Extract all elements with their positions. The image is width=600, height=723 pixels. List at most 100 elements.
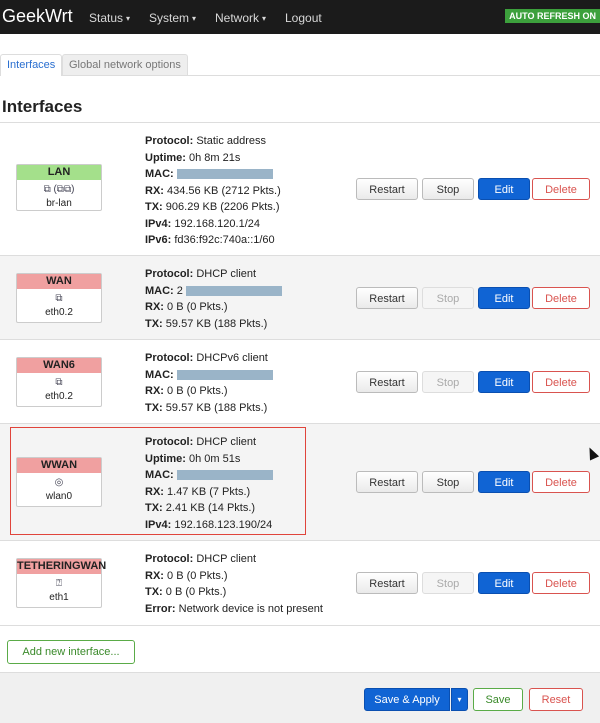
tx-value: 59.57 KB (188 Pkts.) (165, 401, 268, 414)
delete-button[interactable]: Delete (532, 371, 590, 393)
edit-button[interactable]: Edit (478, 287, 530, 309)
interface-device: eth0.2 (45, 307, 73, 318)
chevron-down-icon: ▾ (192, 14, 197, 23)
nav-network-menu[interactable]: Network ▾ (215, 11, 266, 25)
chevron-down-icon: ▾ (457, 695, 462, 704)
info-label: MAC: (145, 284, 174, 297)
info-label: Protocol: (145, 352, 194, 364)
nav-logout-link[interactable]: Logout (285, 11, 322, 25)
interface-badge-tetheringwan: TETHERINGWAN ⍰ eth1 (16, 558, 107, 608)
restart-button[interactable]: Restart (356, 287, 418, 309)
interface-info: Protocol: DHCP client RX: 0 B (0 Pkts.) … (145, 551, 323, 617)
interface-name: WAN (17, 274, 101, 289)
ethernet-port-icon: ⧉ (55, 293, 63, 304)
selection-highlight (10, 427, 306, 535)
brand-logo[interactable]: GeekWrt (2, 6, 73, 27)
edit-button[interactable]: Edit (478, 471, 530, 493)
edit-button[interactable]: Edit (478, 178, 530, 200)
delete-button[interactable]: Delete (532, 471, 590, 493)
chevron-down-icon: ▾ (262, 14, 267, 23)
interface-device: br-lan (46, 198, 72, 209)
interface-device: eth0.2 (45, 391, 73, 402)
missing-device-icon: ⍰ (56, 578, 62, 589)
info-label: Protocol: (145, 135, 194, 147)
page-title: Interfaces (2, 97, 83, 116)
info-label: IPv6: (145, 234, 172, 246)
interface-row-tetheringwan: TETHERINGWAN ⍰ eth1 Protocol: DHCP clien… (0, 540, 600, 626)
restart-button[interactable]: Restart (356, 371, 418, 393)
reset-button[interactable]: Reset (529, 688, 583, 711)
save-apply-dropdown-toggle[interactable]: ▾ (451, 688, 468, 711)
info-label: RX: (145, 385, 164, 397)
interface-row-lan: LAN ⧉ (⧉⧉) br-lan Protocol: Static addre… (0, 122, 600, 256)
rx-value: 0 B (0 Pkts.) (167, 569, 228, 582)
nav-system-label: System (149, 11, 190, 25)
edit-button[interactable]: Edit (478, 572, 530, 594)
nav-system-menu[interactable]: System ▾ (149, 11, 196, 25)
ipv6-value: fd36:f92c:740a::1/60 (174, 234, 275, 246)
bridge-icon: ⧉ (⧉⧉) (43, 184, 75, 195)
tx-value: 59.57 KB (188 Pkts.) (165, 317, 268, 330)
interface-row-wan6: WAN6 ⧉ eth0.2 Protocol: DHCPv6 client MA… (0, 339, 600, 424)
mac-redacted (185, 285, 282, 296)
edit-button[interactable]: Edit (478, 371, 530, 393)
chevron-down-icon: ▾ (126, 14, 131, 23)
interface-info: Protocol: DHCP client MAC: 2 RX: 0 B (0 … (145, 266, 282, 332)
info-label: RX: (145, 301, 164, 313)
stop-button[interactable]: Stop (422, 287, 474, 309)
interface-device: eth1 (49, 592, 69, 603)
interface-row-wan: WAN ⧉ eth0.2 Protocol: DHCP client MAC: … (0, 255, 600, 340)
protocol-value: DHCPv6 client (196, 352, 268, 364)
info-label: Protocol: (145, 553, 194, 565)
tx-value: 906.29 KB (2206 Pkts.) (165, 201, 280, 213)
info-label: Uptime: (145, 151, 186, 164)
interface-info: Protocol: DHCPv6 client MAC: RX: 0 B (0 … (145, 350, 273, 416)
restart-button[interactable]: Restart (356, 572, 418, 594)
info-label: IPv4: (145, 217, 172, 230)
interface-badge-wan6: WAN6 ⧉ eth0.2 (16, 357, 102, 407)
tab-interfaces[interactable]: Interfaces (0, 54, 63, 76)
protocol-value: DHCP client (196, 553, 257, 565)
delete-button[interactable]: Delete (532, 572, 590, 594)
interface-name: TETHERINGWAN (17, 559, 107, 574)
protocol-value: Static address (196, 135, 267, 147)
delete-button[interactable]: Delete (532, 287, 590, 309)
nav-network-label: Network (215, 11, 260, 25)
mac-value: 2 (176, 284, 183, 297)
rx-value: 434.56 KB (2712 Pkts.) (167, 184, 281, 197)
info-label: Error: (145, 602, 176, 615)
tab-global-network-options[interactable]: Global network options (62, 54, 188, 75)
rx-value: 0 B (0 Pkts.) (167, 385, 228, 397)
stop-button[interactable]: Stop (422, 471, 474, 493)
save-apply-button[interactable]: Save & Apply (364, 688, 450, 711)
stop-button[interactable]: Stop (422, 178, 474, 200)
info-label: RX: (145, 184, 164, 197)
interface-name: LAN (17, 165, 101, 180)
protocol-value: DHCP client (196, 268, 257, 280)
interface-name: WAN6 (17, 358, 101, 373)
info-label: Protocol: (145, 268, 194, 280)
mac-redacted (176, 369, 273, 380)
top-navbar: GeekWrt Status ▾ System ▾ Network ▾ Logout … (0, 0, 600, 34)
error-value: Network device is not present (178, 602, 323, 615)
save-button[interactable]: Save (473, 688, 523, 711)
restart-button[interactable]: Restart (356, 178, 418, 200)
tab-bar: Interfaces Global network options (0, 54, 600, 76)
interface-badge-lan: LAN ⧉ (⧉⧉) br-lan (16, 164, 102, 211)
stop-button[interactable]: Stop (422, 572, 474, 594)
info-label: MAC: (145, 368, 174, 381)
auto-refresh-badge[interactable]: AUTO REFRESH ON (505, 9, 600, 23)
nav-status-menu[interactable]: Status ▾ (89, 11, 130, 25)
delete-button[interactable]: Delete (532, 178, 590, 200)
info-label: TX: (145, 317, 163, 330)
info-label: TX: (145, 586, 163, 598)
info-label: RX: (145, 569, 164, 582)
restart-button[interactable]: Restart (356, 471, 418, 493)
stop-button[interactable]: Stop (422, 371, 474, 393)
nav-status-label: Status (89, 11, 124, 25)
info-label: TX: (145, 201, 163, 213)
info-label: TX: (145, 401, 163, 414)
mac-redacted (176, 169, 273, 180)
add-interface-button[interactable]: Add new interface... (7, 640, 135, 664)
info-label: MAC: (145, 168, 174, 180)
